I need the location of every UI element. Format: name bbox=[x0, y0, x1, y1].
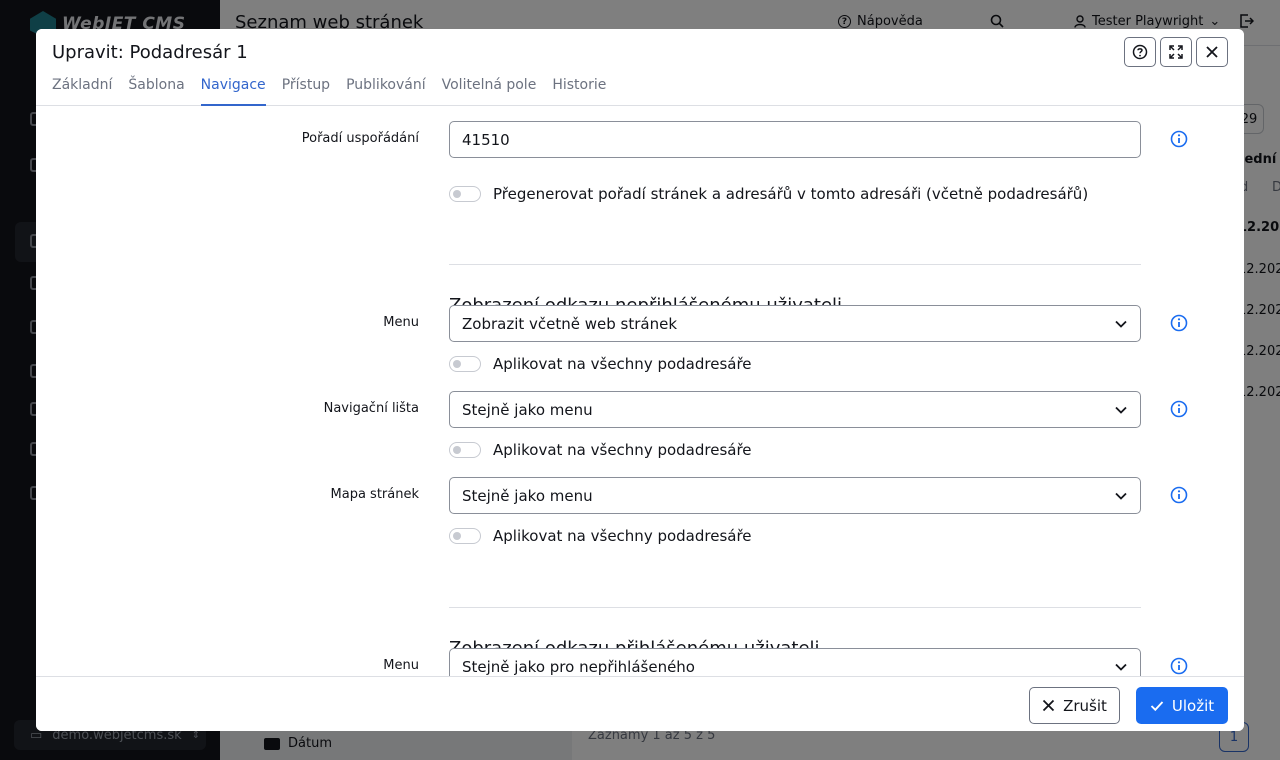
help-icon bbox=[1132, 44, 1148, 60]
menu-apply-toggle[interactable] bbox=[449, 356, 481, 372]
order-label: Pořadí uspořádání bbox=[301, 131, 419, 146]
menu-apply-row: Aplikovat na všechny podadresáře bbox=[449, 355, 752, 373]
chevron-down-icon bbox=[1115, 320, 1127, 328]
navbar-apply-toggle[interactable] bbox=[449, 442, 481, 458]
divider bbox=[449, 607, 1141, 608]
dialog-header: Upravit: Podadresár 1 Základní Šablona N… bbox=[36, 29, 1244, 106]
info-icon[interactable] bbox=[1170, 130, 1188, 148]
regenerate-order-toggle[interactable] bbox=[449, 186, 481, 202]
navbar-select-value: Stejně jako menu bbox=[462, 400, 593, 419]
chevron-down-icon bbox=[1115, 406, 1127, 414]
sitemap-label: Mapa stránek bbox=[330, 487, 419, 502]
x-icon bbox=[1042, 699, 1055, 712]
info-icon[interactable] bbox=[1170, 657, 1188, 675]
dialog-tabs: Základní Šablona Navigace Přístup Publik… bbox=[52, 74, 606, 106]
menu-apply-label: Aplikovat na všechny podadresáře bbox=[493, 355, 752, 373]
dialog-body[interactable]: Pořadí uspořádání 41510 Přegenerovat poř… bbox=[36, 106, 1244, 676]
close-button[interactable] bbox=[1196, 37, 1228, 67]
logged-menu-select-value: Stejně jako pro nepřihlášeného bbox=[462, 657, 695, 676]
check-icon bbox=[1150, 700, 1164, 711]
close-icon bbox=[1206, 46, 1218, 58]
help-button[interactable] bbox=[1124, 37, 1156, 67]
navbar-label: Navigační lišta bbox=[323, 401, 419, 416]
order-input[interactable]: 41510 bbox=[449, 121, 1141, 158]
tab-navigace[interactable]: Navigace bbox=[200, 74, 266, 106]
sitemap-apply-label: Aplikovat na všechny podadresáře bbox=[493, 527, 752, 545]
order-value: 41510 bbox=[462, 130, 510, 149]
chevron-down-icon bbox=[1115, 492, 1127, 500]
edit-dialog: Upravit: Podadresár 1 Základní Šablona N… bbox=[36, 29, 1244, 731]
navbar-select[interactable]: Stejně jako menu bbox=[449, 391, 1141, 428]
sitemap-select-value: Stejně jako menu bbox=[462, 486, 593, 505]
regenerate-order-row: Přegenerovat pořadí stránek a adresářů v… bbox=[449, 185, 1088, 203]
logged-menu-select[interactable]: Stejně jako pro nepřihlášeného bbox=[449, 648, 1141, 676]
cancel-button[interactable]: Zrušit bbox=[1029, 687, 1120, 724]
chevron-down-icon bbox=[1115, 663, 1127, 671]
menu-label: Menu bbox=[383, 315, 419, 330]
sitemap-apply-row: Aplikovat na všechny podadresáře bbox=[449, 527, 752, 545]
info-icon[interactable] bbox=[1170, 314, 1188, 332]
tab-publikovani[interactable]: Publikování bbox=[346, 74, 426, 106]
cancel-label: Zrušit bbox=[1063, 696, 1107, 715]
tab-pristup[interactable]: Přístup bbox=[282, 74, 330, 106]
navbar-apply-label: Aplikovat na všechny podadresáře bbox=[493, 441, 752, 459]
tab-historie[interactable]: Historie bbox=[552, 74, 606, 106]
fullscreen-icon bbox=[1169, 45, 1183, 59]
info-icon[interactable] bbox=[1170, 400, 1188, 418]
info-icon[interactable] bbox=[1170, 486, 1188, 504]
logged-menu-label: Menu bbox=[383, 658, 419, 673]
tab-sablona[interactable]: Šablona bbox=[128, 74, 184, 106]
save-button[interactable]: Uložit bbox=[1136, 687, 1228, 724]
fullscreen-button[interactable] bbox=[1160, 37, 1192, 67]
regenerate-order-label: Přegenerovat pořadí stránek a adresářů v… bbox=[493, 185, 1089, 203]
menu-select-value: Zobrazit včetně web stránek bbox=[462, 314, 678, 333]
dialog-title: Upravit: Podadresár 1 bbox=[52, 42, 248, 63]
tab-zakladni[interactable]: Základní bbox=[52, 74, 112, 106]
dialog-footer: Zrušit Uložit bbox=[36, 676, 1244, 731]
save-label: Uložit bbox=[1171, 696, 1215, 715]
tab-volitelna-pole[interactable]: Volitelná pole bbox=[442, 74, 537, 106]
navbar-apply-row: Aplikovat na všechny podadresáře bbox=[449, 441, 752, 459]
menu-select[interactable]: Zobrazit včetně web stránek bbox=[449, 305, 1141, 342]
divider bbox=[449, 264, 1141, 265]
sitemap-select[interactable]: Stejně jako menu bbox=[449, 477, 1141, 514]
sitemap-apply-toggle[interactable] bbox=[449, 528, 481, 544]
